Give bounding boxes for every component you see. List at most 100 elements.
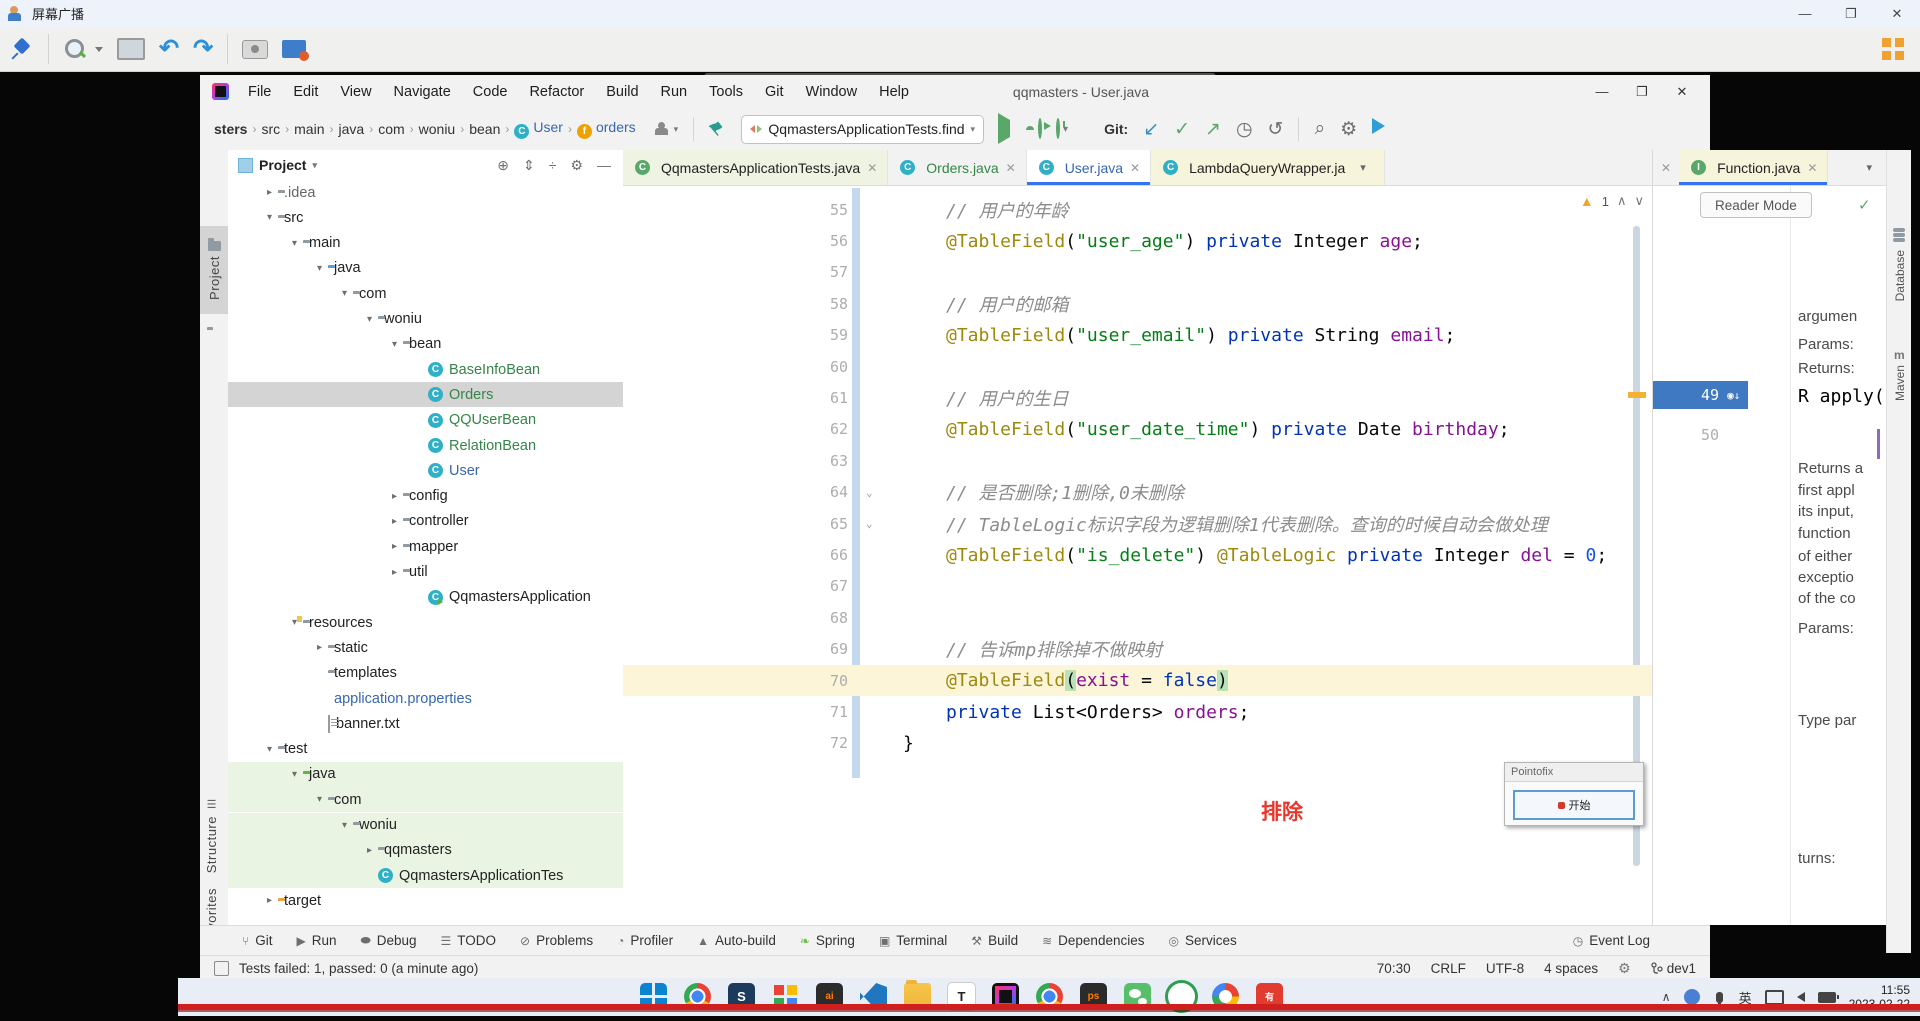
panel-gear-icon[interactable]: ⚙ bbox=[570, 157, 583, 174]
tree-item-qqmastersapplication[interactable]: CQqmastersApplication bbox=[228, 585, 624, 610]
tree-item-controller[interactable]: ▸controller bbox=[228, 509, 624, 534]
tree-chevron-icon[interactable]: ▾ bbox=[311, 263, 328, 274]
tree-chevron-icon[interactable]: ▾ bbox=[361, 314, 378, 325]
line-separator[interactable]: CRLF bbox=[1431, 961, 1466, 976]
expand-settings-icon[interactable]: ÷ bbox=[549, 157, 557, 174]
tab-close-icon[interactable]: ✕ bbox=[1006, 161, 1016, 175]
tree-item-config[interactable]: ▸config bbox=[228, 484, 624, 509]
tool-window-button-profiler[interactable]: ◔Profiler bbox=[617, 933, 673, 948]
intention-bulb-icon[interactable]: ◉↓ bbox=[1727, 389, 1740, 402]
fullscreen-grid-icon[interactable] bbox=[1882, 38, 1904, 60]
plugin-play-icon[interactable] bbox=[1372, 118, 1385, 140]
menu-run[interactable]: Run bbox=[652, 81, 697, 103]
tab-user-java[interactable]: CUser.java✕ bbox=[1027, 150, 1151, 185]
breadcrumb-java[interactable]: java bbox=[339, 121, 365, 137]
highlight-level-icon[interactable]: ⚙ bbox=[1618, 960, 1631, 977]
run-configuration-select[interactable]: QqmastersApplicationTests.find ▾ bbox=[741, 115, 984, 144]
tool-window-button-event-log[interactable]: ◷Event Log bbox=[1573, 933, 1650, 948]
profile-icon[interactable] bbox=[654, 122, 670, 136]
coverage-button[interactable] bbox=[1038, 120, 1042, 138]
commit-icon[interactable]: ✓ bbox=[1174, 118, 1190, 141]
file-encoding[interactable]: UTF-8 bbox=[1486, 961, 1524, 976]
tray-expand-icon[interactable]: ∧ bbox=[1662, 990, 1671, 1004]
tree-chevron-icon[interactable]: ▾ bbox=[386, 339, 403, 350]
tree-item-bean[interactable]: ▾bean bbox=[228, 332, 624, 357]
menu-git[interactable]: Git bbox=[756, 81, 793, 103]
project-header-dropdown-icon[interactable]: ▾ bbox=[312, 160, 317, 171]
locate-file-icon[interactable]: ⊕ bbox=[497, 157, 509, 174]
ide-minimize-button[interactable]: — bbox=[1582, 84, 1622, 100]
menu-tools[interactable]: Tools bbox=[700, 81, 752, 103]
tool-window-button-git[interactable]: ⑂Git bbox=[242, 933, 272, 948]
status-icon[interactable] bbox=[214, 961, 229, 976]
code-editor[interactable]: ▲ 1 ∧ ∨ 排除 55// 用户的年龄56@TableField("user… bbox=[623, 186, 1652, 925]
search-everywhere-icon[interactable]: ⌕ bbox=[1314, 118, 1325, 140]
tab-qqmastersapplicationtests-java[interactable]: CQqmastersApplicationTests.java✕ bbox=[623, 150, 888, 185]
profile-dropdown-icon[interactable]: ▾ bbox=[674, 124, 679, 135]
project-header-label[interactable]: Project bbox=[259, 157, 306, 173]
tree-item-qqmasters[interactable]: ▸qqmasters bbox=[228, 838, 624, 863]
tool-window-button-services[interactable]: ◎Services bbox=[1168, 933, 1236, 948]
minimize-button[interactable]: — bbox=[1782, 1, 1828, 27]
breadcrumb-main[interactable]: main bbox=[294, 121, 324, 137]
tab-lambdaquerywrapper-ja[interactable]: CLambdaQueryWrapper.ja▾ bbox=[1151, 150, 1385, 185]
breadcrumb-src[interactable]: src bbox=[261, 121, 280, 137]
tree-item-banner-txt[interactable]: banner.txt bbox=[228, 711, 624, 736]
tree-item-resources[interactable]: ▾resources bbox=[228, 610, 624, 635]
tree-item-util[interactable]: ▸util bbox=[228, 560, 624, 585]
tool-button-maven[interactable]: Maven bbox=[1893, 365, 1907, 404]
menu-file[interactable]: File bbox=[239, 81, 280, 103]
fold-marker-icon[interactable]: ⌄ bbox=[866, 486, 873, 499]
tree-item-test[interactable]: ▾test bbox=[228, 737, 624, 762]
reader-mode-button[interactable]: Reader Mode bbox=[1700, 192, 1812, 218]
magnifier-dropdown-icon[interactable] bbox=[95, 47, 103, 52]
tool-button-database[interactable]: Database bbox=[1893, 250, 1907, 304]
menu-window[interactable]: Window bbox=[797, 81, 867, 103]
history-icon[interactable]: ◷ bbox=[1236, 118, 1253, 141]
undo-icon[interactable]: ↶ bbox=[159, 38, 179, 60]
menu-refactor[interactable]: Refactor bbox=[520, 81, 593, 103]
tree-item-java[interactable]: ▾java bbox=[228, 256, 624, 281]
tree-item-orders[interactable]: COrders bbox=[228, 382, 624, 407]
indent-setting[interactable]: 4 spaces bbox=[1544, 961, 1598, 976]
tree-item-com[interactable]: ▾com bbox=[228, 281, 624, 306]
tree-chevron-icon[interactable]: ▸ bbox=[386, 541, 403, 552]
status-message[interactable]: Tests failed: 1, passed: 0 (a minute ago… bbox=[239, 961, 478, 976]
screen-share-icon[interactable] bbox=[282, 40, 306, 58]
profiler-button[interactable] bbox=[1056, 120, 1060, 138]
tree-chevron-icon[interactable]: ▸ bbox=[386, 516, 403, 527]
tree-item-qquserbean[interactable]: CQQUserBean bbox=[228, 408, 624, 433]
redo-icon[interactable]: ↷ bbox=[193, 38, 213, 60]
tree-chevron-icon[interactable]: ▾ bbox=[261, 212, 278, 223]
run-button[interactable] bbox=[998, 120, 1010, 138]
maximize-button[interactable]: ❐ bbox=[1828, 1, 1874, 27]
database-icon[interactable] bbox=[1893, 228, 1905, 232]
menu-help[interactable]: Help bbox=[870, 81, 918, 103]
tool-window-button-dependencies[interactable]: ≋Dependencies bbox=[1042, 933, 1144, 948]
menu-code[interactable]: Code bbox=[464, 81, 517, 103]
breadcrumb-user[interactable]: CUser bbox=[514, 119, 563, 139]
tree-item-woniu[interactable]: ▾woniu bbox=[228, 307, 624, 332]
tree-item-java[interactable]: ▾java bbox=[228, 762, 624, 787]
tree-item-mapper[interactable]: ▸mapper bbox=[228, 534, 624, 559]
collapse-all-icon[interactable]: ⇕ bbox=[523, 157, 535, 174]
tab-function-java[interactable]: I Function.java ✕ bbox=[1679, 150, 1828, 185]
breadcrumb-sters[interactable]: sters bbox=[214, 121, 247, 137]
tool-button-structure[interactable]: ☰ Structure bbox=[204, 798, 219, 873]
tool-window-button-todo[interactable]: ☰TODO bbox=[441, 933, 497, 948]
rollback-icon[interactable]: ↺ bbox=[1268, 118, 1284, 141]
tool-window-button-debug[interactable]: ⬬Debug bbox=[360, 933, 416, 948]
close-button[interactable]: ✕ bbox=[1874, 1, 1920, 27]
tree-item-relationbean[interactable]: CRelationBean bbox=[228, 433, 624, 458]
monitor-icon[interactable] bbox=[117, 38, 145, 60]
tree-item-application-properties[interactable]: application.properties bbox=[228, 686, 624, 711]
tab-close-icon[interactable]: ✕ bbox=[1807, 161, 1817, 175]
menu-build[interactable]: Build bbox=[597, 81, 647, 103]
tool-window-button-run[interactable]: ▶Run bbox=[296, 933, 336, 948]
settings-gear-icon[interactable]: ⚙ bbox=[1340, 118, 1357, 141]
tray-display-icon[interactable] bbox=[1765, 990, 1784, 1005]
build-hammer-icon[interactable]: ⚑ bbox=[706, 116, 731, 141]
pointofix-titlebar[interactable]: Pointofix bbox=[1505, 763, 1643, 782]
tree-chevron-icon[interactable]: ▸ bbox=[261, 895, 278, 906]
tree-chevron-icon[interactable]: ▾ bbox=[286, 769, 303, 780]
